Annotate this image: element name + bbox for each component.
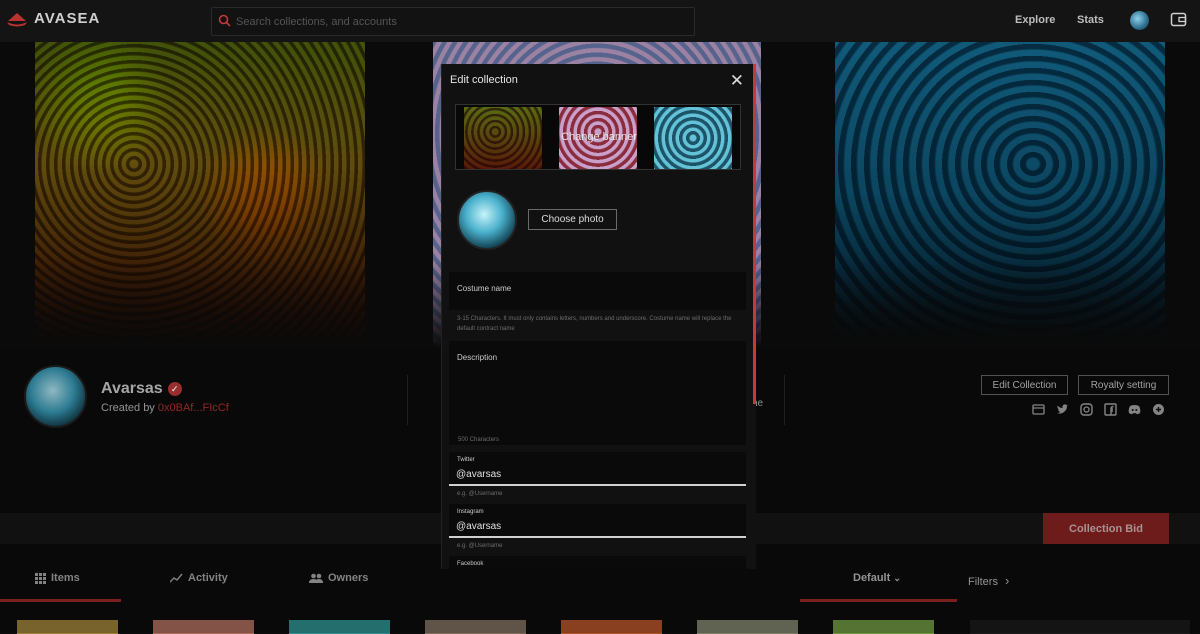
twitter-underline (449, 484, 746, 486)
nav-stats[interactable]: Stats (1077, 14, 1104, 26)
collection-photo-preview (457, 190, 517, 250)
instagram-hint: e.g. @Username (457, 543, 503, 549)
description-hint: 500 Characters (458, 437, 500, 443)
twitter-field[interactable]: Twitter @avarsas (449, 452, 746, 486)
instagram-value[interactable]: @avarsas (456, 521, 501, 532)
brand-logo[interactable]: AVASEA (6, 10, 100, 27)
instagram-label: Instagram (457, 509, 484, 515)
search-input[interactable] (236, 13, 676, 31)
modal-title: Edit collection (450, 74, 518, 86)
instagram-underline (449, 536, 746, 538)
modal-scrollbar[interactable] (753, 64, 756, 404)
twitter-value[interactable]: @avarsas (456, 469, 501, 480)
user-avatar[interactable] (1130, 11, 1149, 30)
search-box[interactable] (211, 7, 695, 36)
costume-name-hint: 3-15 Characters. It must only contains l… (457, 316, 732, 332)
change-banner-area[interactable]: Change banner (455, 104, 741, 170)
nav-explore[interactable]: Explore (1015, 14, 1055, 26)
wallet-icon[interactable] (1170, 11, 1187, 28)
description-label: Description (457, 353, 498, 362)
sail-logo-icon (7, 12, 27, 26)
top-navbar: AVASEA Explore Stats (0, 0, 1200, 42)
twitter-label: Twitter (457, 457, 475, 463)
brand-name: AVASEA (34, 10, 101, 27)
costume-name-field[interactable]: Costume name (449, 272, 746, 310)
edit-collection-modal: Edit collection ✕ Change banner Choose p… (441, 64, 756, 569)
choose-photo-button[interactable]: Choose photo (528, 209, 617, 230)
facebook-label: Facebook (457, 561, 484, 567)
change-banner-label: Change banner (561, 131, 637, 143)
facebook-field[interactable]: Facebook (449, 556, 746, 569)
close-icon[interactable]: ✕ (730, 71, 744, 91)
twitter-hint: e.g. @Username (457, 491, 503, 497)
search-icon (218, 14, 231, 27)
costume-name-label: Costume name (457, 284, 512, 293)
instagram-field[interactable]: Instagram @avarsas (449, 504, 746, 538)
description-field[interactable]: Description 500 Characters (449, 341, 746, 445)
